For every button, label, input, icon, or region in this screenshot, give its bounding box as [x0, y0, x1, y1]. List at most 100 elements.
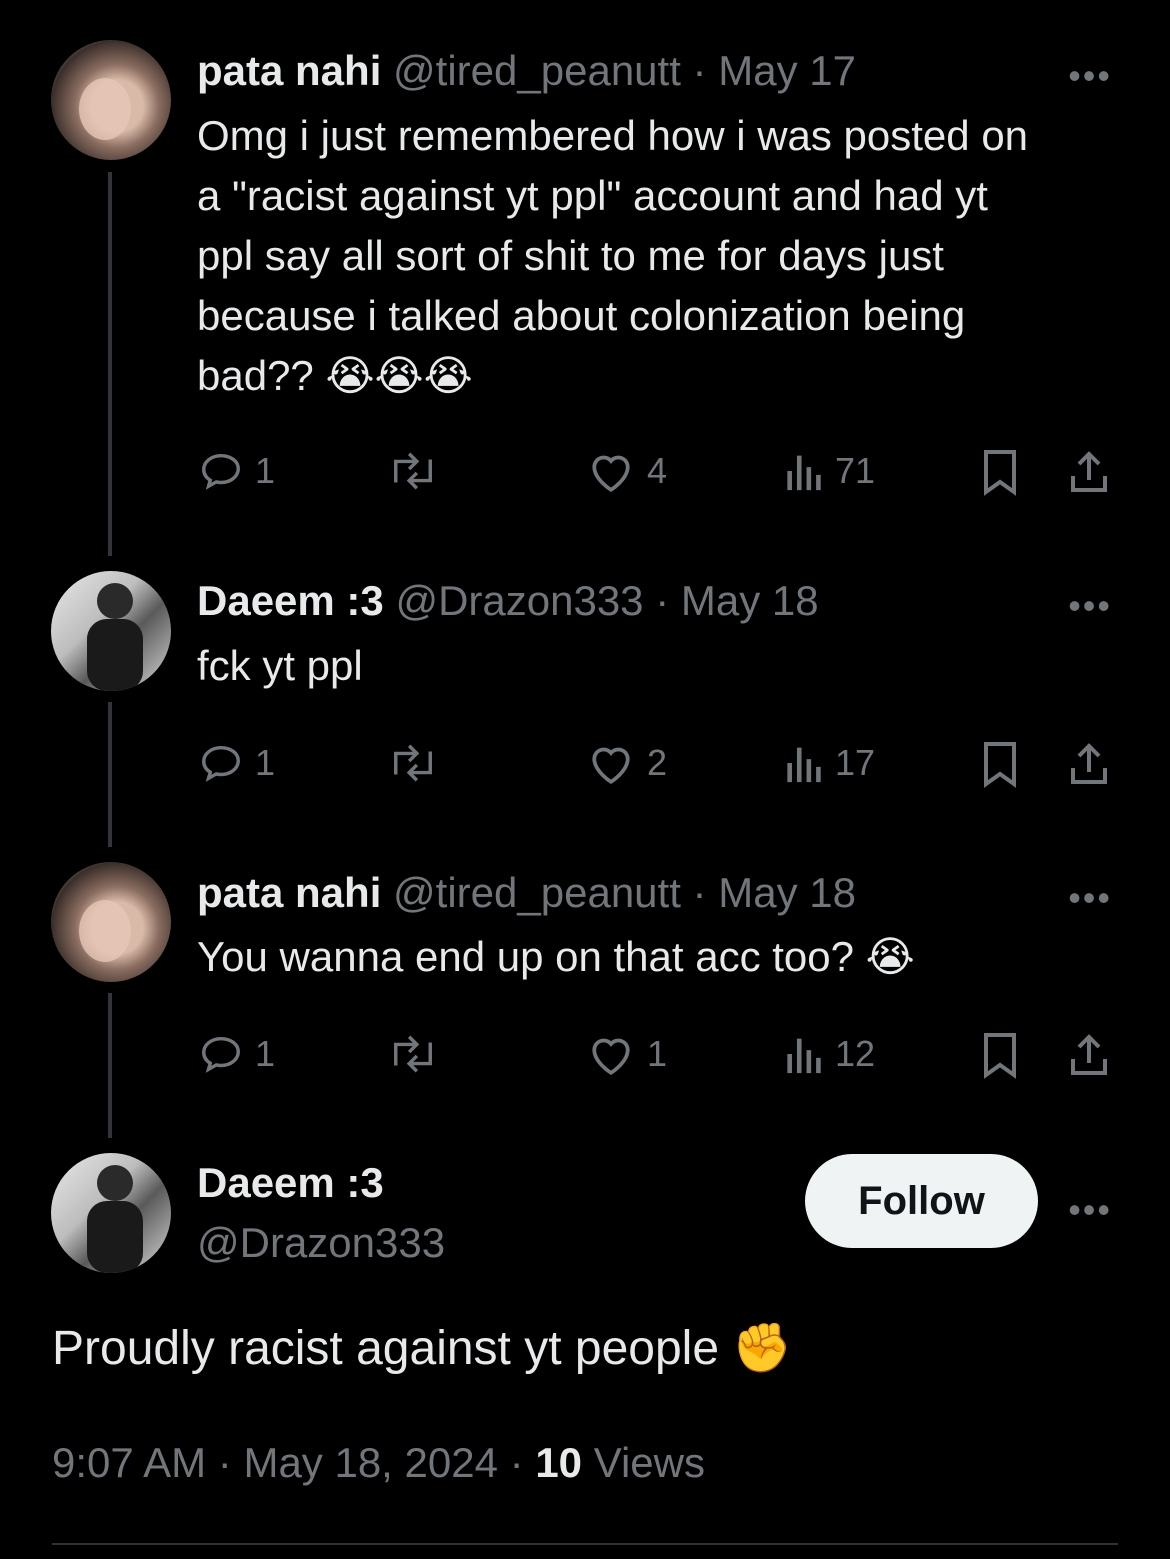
- reply-count: 1: [255, 742, 276, 783]
- timestamp-date[interactable]: May 18, 2024: [243, 1439, 498, 1486]
- display-name[interactable]: Daeem :3: [197, 577, 384, 624]
- share-icon: [1071, 451, 1107, 492]
- date[interactable]: May 18: [681, 577, 819, 624]
- reply-button[interactable]: 1: [197, 740, 275, 786]
- views-button[interactable]: 71: [785, 448, 875, 494]
- like-count: 4: [647, 450, 668, 491]
- like-count: 1: [647, 1033, 668, 1074]
- text-last-line: bad??: [197, 352, 314, 399]
- tweet-text: fck yt ppl: [197, 642, 363, 689]
- views-button[interactable]: 17: [785, 740, 875, 786]
- handle[interactable]: @tired_peanutt: [393, 869, 681, 916]
- heart-icon: [592, 1038, 630, 1076]
- handle[interactable]: @Drazon333: [395, 577, 643, 624]
- text-line: ppl say all sort of shit to me for days …: [197, 232, 944, 279]
- avatar[interactable]: [51, 40, 171, 160]
- date[interactable]: May 17: [718, 47, 856, 94]
- action-bar: 1 1 12: [197, 1031, 1117, 1081]
- handle[interactable]: @Drazon333: [197, 1222, 445, 1264]
- like-button[interactable]: 2: [585, 740, 667, 786]
- text-line: Omg i just remembered how i was posted o…: [197, 112, 1029, 159]
- bookmark-icon: [984, 1033, 1016, 1079]
- crying-emoji: 😭: [865, 932, 915, 981]
- separator: ·: [692, 47, 707, 94]
- display-name[interactable]: pata nahi: [197, 47, 381, 94]
- retweet-icon: [394, 452, 432, 490]
- analytics-icon: [787, 455, 821, 491]
- bookmark-button[interactable]: [980, 740, 1020, 788]
- share-icon: [1071, 743, 1107, 784]
- view-count: 12: [835, 1033, 876, 1074]
- like-count: 2: [647, 742, 668, 783]
- views-label: Views: [593, 1439, 705, 1486]
- separator: ·: [692, 869, 707, 916]
- text-content: Proudly racist against yt people: [52, 1322, 720, 1375]
- more-options-icon[interactable]: •••: [1068, 588, 1112, 624]
- thread-line: [108, 702, 112, 847]
- action-bar: 1 4 71: [197, 448, 1117, 498]
- avatar[interactable]: [51, 1153, 171, 1273]
- retweet-button[interactable]: [383, 1031, 443, 1077]
- follow-button[interactable]: Follow: [805, 1154, 1038, 1248]
- reply-count: 1: [255, 450, 276, 491]
- action-bar: 1 2 17: [197, 740, 1117, 790]
- reply-count: 1: [255, 1033, 276, 1074]
- thread-line: [108, 172, 112, 556]
- thread-line: [108, 993, 112, 1138]
- timestamp-time[interactable]: 9:07 AM: [52, 1439, 206, 1486]
- analytics-icon: [787, 1038, 821, 1074]
- more-options-icon[interactable]: •••: [1068, 1192, 1112, 1228]
- bookmark-button[interactable]: [980, 448, 1020, 496]
- bookmark-icon: [984, 450, 1016, 496]
- tweet-text: You wanna end up on that acc too? 😭: [197, 927, 1127, 987]
- retweet-button[interactable]: [383, 448, 443, 494]
- raised-fist-emoji: ✊: [732, 1320, 793, 1376]
- more-options-icon[interactable]: •••: [1068, 58, 1112, 94]
- share-button[interactable]: [1067, 1031, 1111, 1079]
- crying-emoji: 😭😭😭: [325, 351, 473, 400]
- view-count: 71: [835, 450, 876, 491]
- share-button[interactable]: [1067, 740, 1111, 788]
- separator: ·: [655, 577, 670, 624]
- text-line: a "racist against yt ppl" account and ha…: [197, 172, 988, 219]
- heart-icon: [592, 455, 630, 493]
- heart-icon: [592, 747, 630, 785]
- tweet-meta: 9:07 AM · May 18, 2024 · 10 Views: [52, 1442, 705, 1484]
- more-options-icon[interactable]: •••: [1068, 880, 1112, 916]
- reply-icon: [202, 1036, 240, 1073]
- tweet-text: Omg i just remembered how i was posted o…: [197, 106, 1127, 406]
- share-icon: [1071, 1034, 1107, 1075]
- views-button[interactable]: 12: [785, 1031, 875, 1077]
- like-button[interactable]: 1: [585, 1031, 667, 1077]
- like-button[interactable]: 4: [585, 448, 667, 494]
- avatar[interactable]: [51, 862, 171, 982]
- tweet-header: pata nahi @tired_peanutt · May 18: [197, 872, 856, 914]
- avatar[interactable]: [51, 571, 171, 691]
- reply-icon: [202, 745, 240, 782]
- text-line: because i talked about colonization bein…: [197, 292, 966, 339]
- reply-button[interactable]: 1: [197, 1031, 275, 1077]
- bookmark-button[interactable]: [980, 1031, 1020, 1079]
- text-line: bad?? 😭😭😭: [197, 346, 1127, 406]
- date[interactable]: May 18: [718, 869, 856, 916]
- display-name[interactable]: pata nahi: [197, 869, 381, 916]
- separator: ·: [509, 1439, 524, 1486]
- handle[interactable]: @tired_peanutt: [393, 47, 681, 94]
- reply-button[interactable]: 1: [197, 448, 275, 494]
- retweet-icon: [394, 1035, 432, 1073]
- analytics-icon: [787, 747, 821, 783]
- text-content: You wanna end up on that acc too?: [197, 933, 854, 980]
- tweet-header: pata nahi @tired_peanutt · May 17: [197, 50, 856, 92]
- share-button[interactable]: [1067, 448, 1111, 496]
- reply-icon: [202, 453, 240, 490]
- retweet-button[interactable]: [383, 740, 443, 786]
- tweet-text: Proudly racist against yt people ✊: [52, 1320, 792, 1378]
- display-name[interactable]: Daeem :3: [197, 1162, 384, 1204]
- divider: [52, 1543, 1118, 1545]
- tweet-header: Daeem :3 @Drazon333 · May 18: [197, 580, 819, 622]
- separator: ·: [217, 1439, 232, 1486]
- retweet-icon: [394, 744, 432, 782]
- bookmark-icon: [984, 742, 1016, 788]
- view-count: 17: [835, 742, 876, 783]
- views-count: 10: [535, 1439, 583, 1486]
